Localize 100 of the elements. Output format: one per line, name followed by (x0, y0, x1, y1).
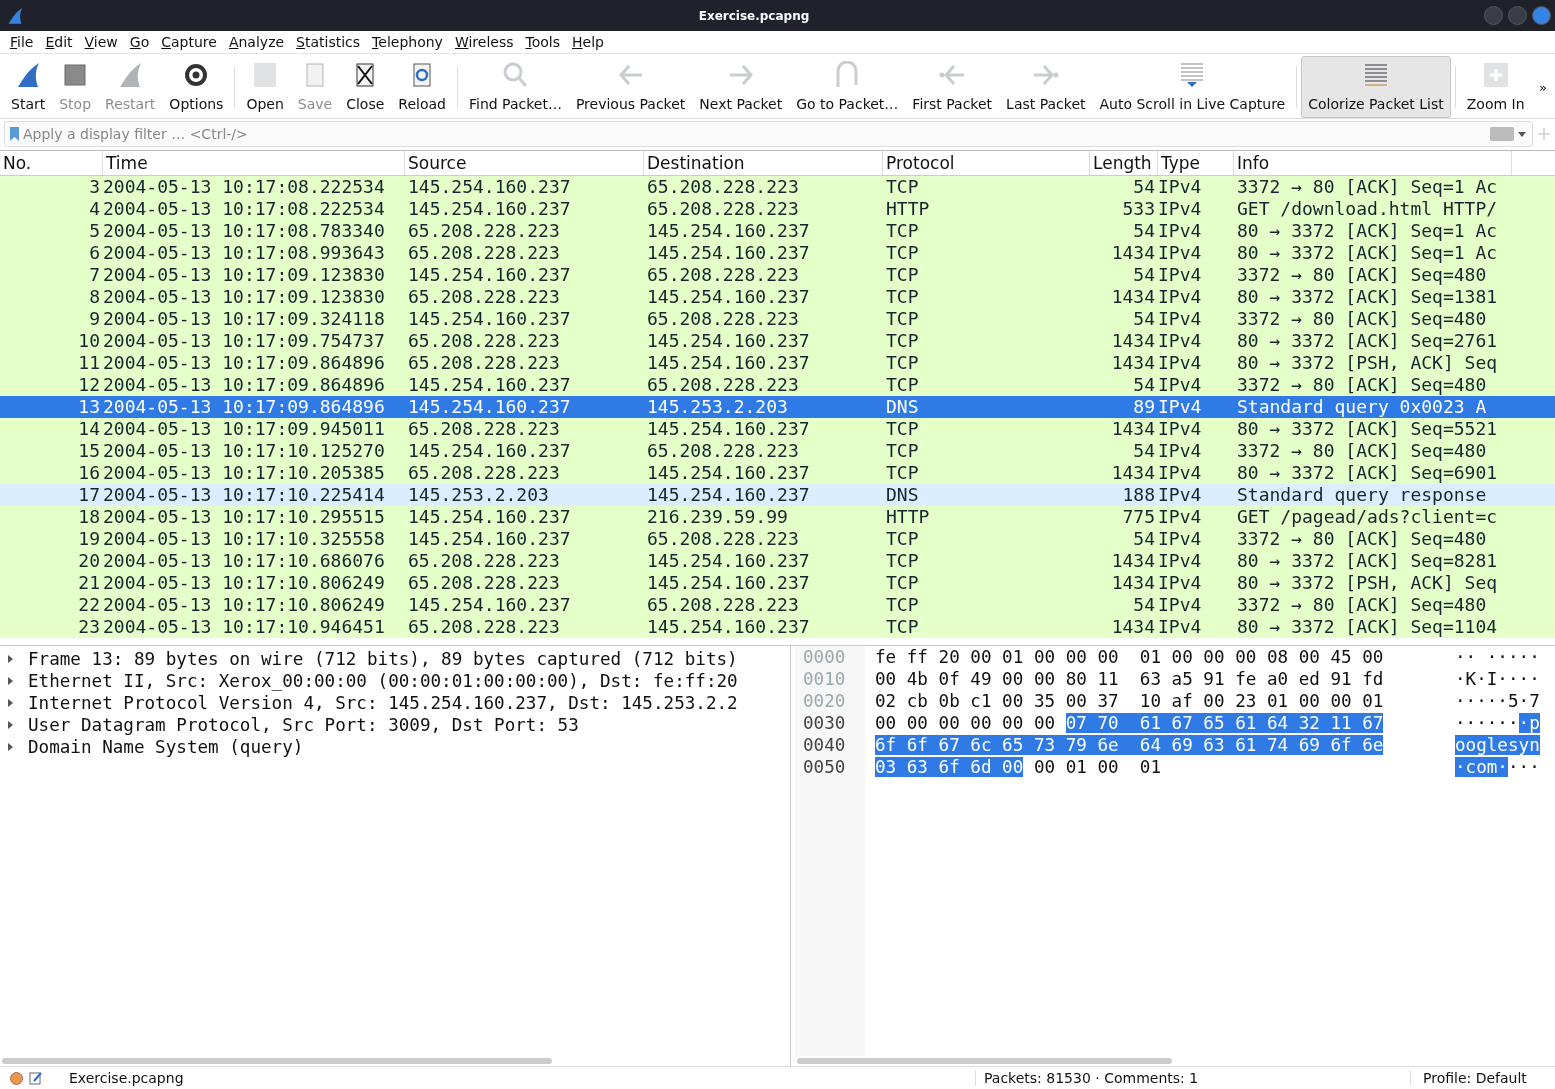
toolbar-button[interactable]: First Packet (905, 56, 1000, 118)
packet-row[interactable]: 19 2004-05-13 10:17:10.325558 145.254.160.237 65.208.228.223 TCP 54 IPv4 3372 → 80 [ACK] Seq=480 (0, 528, 1555, 550)
hex-bytes[interactable]: 00 01 00 01 (1023, 757, 1161, 777)
packet-row[interactable]: 3 2004-05-13 10:17:08.222534 145.254.160.237 65.208.228.223 TCP 54 IPv4 3372 → 80 [ACK] Seq=1 Ac (0, 176, 1555, 198)
menu-item[interactable]: Help (566, 34, 610, 50)
packet-row[interactable]: 9 2004-05-13 10:17:09.324118 145.254.160.237 65.208.228.223 TCP 54 IPv4 3372 → 80 [ACK] Seq=480 (0, 308, 1555, 330)
table-cell-text: 533 (1121, 198, 1156, 220)
hex-bytes[interactable]: 03 63 6f 6d 00 (875, 757, 1024, 777)
column-header[interactable]: Protocol (883, 151, 1090, 175)
menu-item[interactable]: Statistics (290, 34, 367, 50)
ascii-text[interactable]: ·p (1518, 713, 1540, 733)
window-title: Exercise.pcapng (697, 8, 811, 23)
tree-item[interactable]: Ethernet II, Src: Xerox_00:00:00 (00:00:01:00:00:00), Dst: fe:ff:20 (28, 670, 738, 692)
table-cell-text: GET /download.html HTTP/ (1236, 198, 1499, 220)
table-cell-text: 145.254.160.237 (407, 264, 572, 286)
profile-label[interactable]: Profile: Default (1410, 1070, 1527, 1086)
toolbar-button[interactable]: Auto Scroll in Live Capture (1092, 56, 1293, 118)
menu-item[interactable]: Wireless (448, 34, 520, 50)
filter-field[interactable]: Apply a display filter … <Ctrl-/> (4, 121, 1533, 147)
table-cell-text: 65.208.228.223 (407, 220, 561, 242)
table-cell-text: 18 (77, 506, 101, 528)
table-cell-text: IPv4 (1158, 176, 1203, 198)
ascii-text[interactable]: ooglesyn (1455, 735, 1540, 755)
packet-row[interactable]: 10 2004-05-13 10:17:09.754737 65.208.228.223 145.254.160.237 TCP 1434 IPv4 80 → 3372 [ACK] Seq=2761 (0, 330, 1555, 352)
column-header[interactable]: Source (405, 151, 644, 175)
column-header[interactable]: Destination (644, 151, 883, 175)
toolbar-button[interactable]: Colorize Packet List (1301, 56, 1451, 118)
tree-item[interactable]: Internet Protocol Version 4, Src: 145.254.160.237, Dst: 145.253.2.2 (28, 692, 738, 714)
tree-item[interactable]: Domain Name System (query) (28, 736, 304, 758)
toolbar-button[interactable]: Options (162, 56, 231, 118)
packet-row[interactable]: 22 2004-05-13 10:17:10.806249 145.254.160.237 65.208.228.223 TCP 54 IPv4 3372 → 80 [ACK] Seq=480 (0, 594, 1555, 616)
table-cell-text: 2004-05-13 10:17:10.806249 (103, 594, 386, 616)
packet-row[interactable]: 8 2004-05-13 10:17:09.123830 65.208.228.223 145.254.160.237 TCP 1434 IPv4 80 → 3372 [ACK] Seq=1381 (0, 286, 1555, 308)
table-cell-text: 1434 (1110, 242, 1156, 264)
packet-row[interactable]: 20 2004-05-13 10:17:10.686076 65.208.228.223 145.254.160.237 TCP 1434 IPv4 80 → 3372 [ACK] Seq=8281 (0, 550, 1555, 572)
table-cell-text: 7 (88, 264, 101, 286)
toolbar-button[interactable]: Start (4, 56, 53, 118)
packet-row[interactable]: 17 2004-05-13 10:17:10.225414 145.253.2.203 145.254.160.237 DNS 188 IPv4 Standard query response (0, 484, 1555, 506)
table-cell-text: 2004-05-13 10:17:08.222534 (103, 176, 386, 198)
column-header[interactable]: Info (1234, 151, 1512, 175)
packet-row[interactable]: 11 2004-05-13 10:17:09.864896 65.208.228.223 145.254.160.237 TCP 1434 IPv4 80 → 3372 [PSH, ACK] Seq (0, 352, 1555, 374)
offset-label: 0030 (795, 712, 865, 734)
ascii-text[interactable]: ······ (1455, 713, 1519, 733)
ascii-text[interactable]: ·com· (1455, 757, 1508, 777)
packet-row[interactable]: 15 2004-05-13 10:17:10.125270 145.254.160.237 65.208.228.223 TCP 54 IPv4 3372 → 80 [ACK] Seq=480 (0, 440, 1555, 462)
toolbar-button[interactable]: Go to Packet… (789, 56, 906, 118)
toolbar-button[interactable]: Open (239, 56, 291, 118)
toolbar-button[interactable]: Zoom In (1459, 56, 1532, 118)
menu-item[interactable]: Tools (519, 34, 566, 50)
menu-item[interactable]: Go (123, 34, 156, 50)
table-cell-text: 17 (77, 484, 101, 506)
menu-item[interactable]: View (78, 34, 124, 50)
packet-row[interactable]: 12 2004-05-13 10:17:09.864896 145.254.160.237 65.208.228.223 TCP 54 IPv4 3372 → 80 [ACK] Seq=480 (0, 374, 1555, 396)
toolbar-button[interactable]: Previous Packet (568, 56, 693, 118)
tree-item[interactable]: Frame 13: 89 bytes on wire (712 bits), 89 bytes captured (712 bits) (28, 648, 738, 670)
packet-row[interactable]: 4 2004-05-13 10:17:08.222534 145.254.160.237 65.208.228.223 HTTP 533 IPv4 GET /download.html HTTP/ (0, 198, 1555, 220)
hex-bytes[interactable]: 00 4b 0f 49 00 00 80 11 63 a5 91 fe a0 ed 91 fd (875, 669, 1384, 689)
hex-bytes[interactable]: fe ff 20 00 01 00 00 00 01 00 00 00 08 00 45 00 (875, 647, 1384, 667)
table-cell-text: IPv4 (1158, 286, 1203, 308)
packet-row[interactable]: 5 2004-05-13 10:17:08.783340 65.208.228.223 145.254.160.237 TCP 54 IPv4 80 → 3372 [ACK] Seq=1 Ac (0, 220, 1555, 242)
column-header[interactable]: Length (1090, 151, 1158, 175)
table-cell-text: DNS (885, 484, 920, 506)
packet-row[interactable]: 16 2004-05-13 10:17:10.205385 65.208.228.223 145.254.160.237 TCP 1434 IPv4 80 → 3372 [ACK] Seq=6901 (0, 462, 1555, 484)
hex-bytes[interactable]: 00 00 00 00 00 00 (875, 713, 1066, 733)
toolbar-button[interactable]: Last Packet (999, 56, 1093, 118)
table-cell-text: 145.254.160.237 (407, 198, 572, 220)
menu-item[interactable]: Analyze (222, 34, 291, 50)
packet-row[interactable]: 6 2004-05-13 10:17:08.993643 65.208.228.223 145.254.160.237 TCP 1434 IPv4 80 → 3372 [ACK] Seq=1 Ac (0, 242, 1555, 264)
table-cell-text: 145.254.160.237 (646, 220, 811, 242)
toolbar-button[interactable]: Find Packet… (461, 56, 569, 118)
menu-item[interactable]: Telephony (366, 34, 449, 50)
menu-item[interactable]: File (4, 34, 40, 50)
toolbar-button[interactable]: Next Packet (692, 56, 790, 118)
toolbar-button[interactable]: Reload (391, 56, 453, 118)
packet-row[interactable]: 7 2004-05-13 10:17:09.123830 145.254.160.237 65.208.228.223 TCP 54 IPv4 3372 → 80 [ACK] Seq=480 (0, 264, 1555, 286)
ascii-text[interactable]: ·····5·7 (1455, 691, 1540, 711)
column-header[interactable]: Type (1158, 151, 1234, 175)
packet-row[interactable]: 21 2004-05-13 10:17:10.806249 65.208.228.223 145.254.160.237 TCP 1434 IPv4 80 → 3372 [PSH, ACK] Seq (0, 572, 1555, 594)
overflow-button[interactable]: » (1535, 79, 1551, 95)
table-cell-text: 65.208.228.223 (407, 242, 561, 264)
ascii-text[interactable]: ·· ····· (1455, 647, 1540, 667)
ascii-text[interactable]: ··· (1507, 757, 1540, 777)
table-cell-text: IPv4 (1158, 506, 1203, 528)
hex-bytes[interactable]: 6f 6f 67 6c 65 73 79 6e 64 69 63 61 74 69 6f 6e (875, 735, 1384, 755)
hex-bytes[interactable]: 02 cb 0b c1 00 35 00 37 10 af 00 23 01 00 00 01 (875, 691, 1384, 711)
packet-row[interactable]: 13 2004-05-13 10:17:09.864896 145.254.160.237 145.253.2.203 DNS 89 IPv4 Standard query 0x0023 A (0, 396, 1555, 418)
table-cell-text: HTTP (885, 506, 931, 528)
ascii-text[interactable]: ·K·I···· (1455, 669, 1540, 689)
column-header[interactable]: No. (0, 151, 103, 175)
menu-item[interactable]: Edit (39, 34, 79, 50)
packet-row[interactable]: 18 2004-05-13 10:17:10.295515 145.254.160.237 216.239.59.99 HTTP 775 IPv4 GET /pagead/ads?client=c (0, 506, 1555, 528)
menu-item[interactable]: Capture (155, 34, 223, 50)
packet-row[interactable]: 23 2004-05-13 10:17:10.946451 65.208.228.223 145.254.160.237 TCP 1434 IPv4 80 → 3372 [ACK] Seq=1104 (0, 616, 1555, 638)
packet-row[interactable]: 14 2004-05-13 10:17:09.945011 65.208.228.223 145.254.160.237 TCP 1434 IPv4 80 → 3372 [ACK] Seq=5521 (0, 418, 1555, 440)
toolbar-button[interactable]: Close (339, 56, 392, 118)
hex-bytes[interactable]: 07 70 61 67 65 61 64 32 11 67 (1065, 713, 1384, 733)
column-header[interactable]: Time (103, 151, 405, 175)
display-filter-field[interactable]: Apply a display filter … <Ctrl-/> (21, 126, 1490, 142)
tree-item[interactable]: User Datagram Protocol, Src Port: 3009, Dst Port: 53 (28, 714, 579, 736)
table-cell-text: 145.254.160.237 (646, 484, 811, 506)
